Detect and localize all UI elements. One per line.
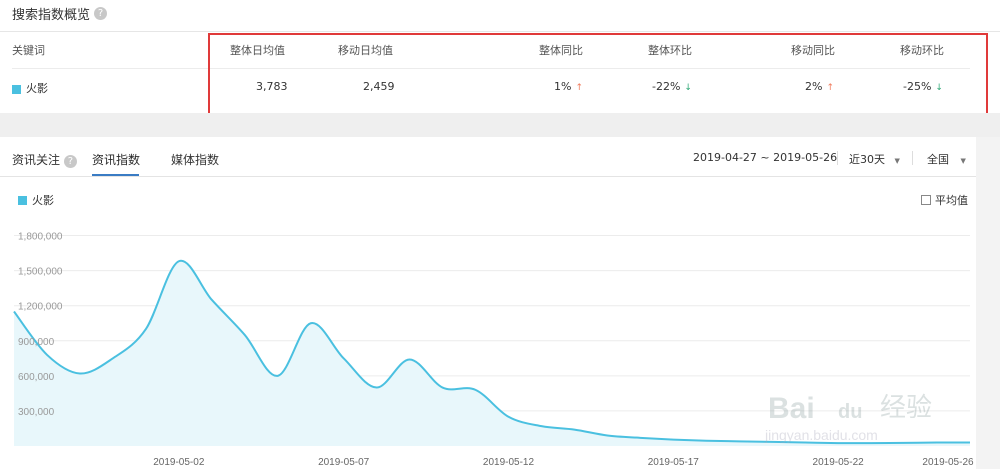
average-toggle-label: 平均值 <box>935 194 968 207</box>
checkbox[interactable] <box>921 195 931 205</box>
tab-news-focus[interactable]: 资讯关注 ? <box>12 151 77 168</box>
tab-news-focus-label: 资讯关注 <box>12 153 61 167</box>
watermark-brand2: du <box>838 401 862 423</box>
legend-series-label: 火影 <box>32 194 54 207</box>
highlight-box <box>208 33 988 120</box>
region-select-value: 全国 <box>927 153 949 166</box>
x-tick-label: 2019-05-02 <box>153 457 205 468</box>
y-tick-label: 1,200,000 <box>18 302 63 313</box>
y-tick-label: 600,000 <box>18 372 55 383</box>
help-icon[interactable]: ? <box>94 7 108 20</box>
x-tick-label: 2019-05-07 <box>318 457 370 468</box>
divider <box>0 31 1000 32</box>
x-tick-label: 2019-05-22 <box>813 457 865 468</box>
y-tick-label: 1,800,000 <box>18 232 63 243</box>
tab-media-index[interactable]: 媒体指数 <box>171 151 219 168</box>
chevron-down-icon: ▼ <box>960 157 966 165</box>
chevron-down-icon: ▼ <box>894 157 900 165</box>
active-tab-indicator <box>92 174 139 176</box>
period-select-value: 近30天 <box>849 153 885 166</box>
x-tick-label: 2019-05-26 <box>922 457 974 468</box>
y-tick-label: 1,500,000 <box>18 267 63 278</box>
series-area <box>14 260 970 446</box>
divider <box>912 151 913 165</box>
date-range-display[interactable]: 2019-04-27 ~ 2019-05-26 <box>693 151 837 164</box>
keyword-text: 火影 <box>26 82 48 95</box>
region-select[interactable]: 全国 ▼ <box>927 151 966 167</box>
help-icon[interactable]: ? <box>63 155 77 168</box>
overview-title: 搜索指数概览 ? <box>12 4 108 23</box>
keyword-cell: 火影 <box>12 80 48 96</box>
header-keyword: 关键词 <box>12 44 45 57</box>
legend-swatch <box>18 195 27 205</box>
tab-news-index[interactable]: 资讯指数 <box>92 151 140 168</box>
section-separator <box>0 113 1000 137</box>
x-tick-label: 2019-05-17 <box>648 457 700 468</box>
watermark: Bai du 经验 jingyan.baidu.com <box>764 392 932 443</box>
watermark-brand: Bai <box>768 392 815 425</box>
divider <box>837 151 838 165</box>
overview-title-text: 搜索指数概览 <box>12 8 91 23</box>
period-select[interactable]: 近30天 ▼ <box>849 151 900 167</box>
x-axis: 2019-05-02 2019-05-07 2019-05-12 2019-05-17… <box>153 457 974 468</box>
index-tabs-bar: 资讯关注 ? 资讯指数 媒体指数 2019-04-27 ~ 2019-05-26… <box>0 137 1000 177</box>
y-tick-label: 300,000 <box>18 407 55 418</box>
watermark-jingyan: 经验 <box>880 393 932 423</box>
x-tick-label: 2019-05-12 <box>483 457 535 468</box>
chart-legend[interactable]: 火影 <box>18 192 54 208</box>
watermark-url: jingyan.baidu.com <box>764 427 878 443</box>
average-toggle[interactable]: 平均值 <box>921 192 968 208</box>
series-color-swatch <box>12 84 21 94</box>
right-scroll-strip <box>976 137 1000 469</box>
news-index-chart: 300,000 600,000 900,000 1,200,000 1,500,000 1… <box>13 232 974 468</box>
y-tick-label: 900,000 <box>18 337 55 348</box>
